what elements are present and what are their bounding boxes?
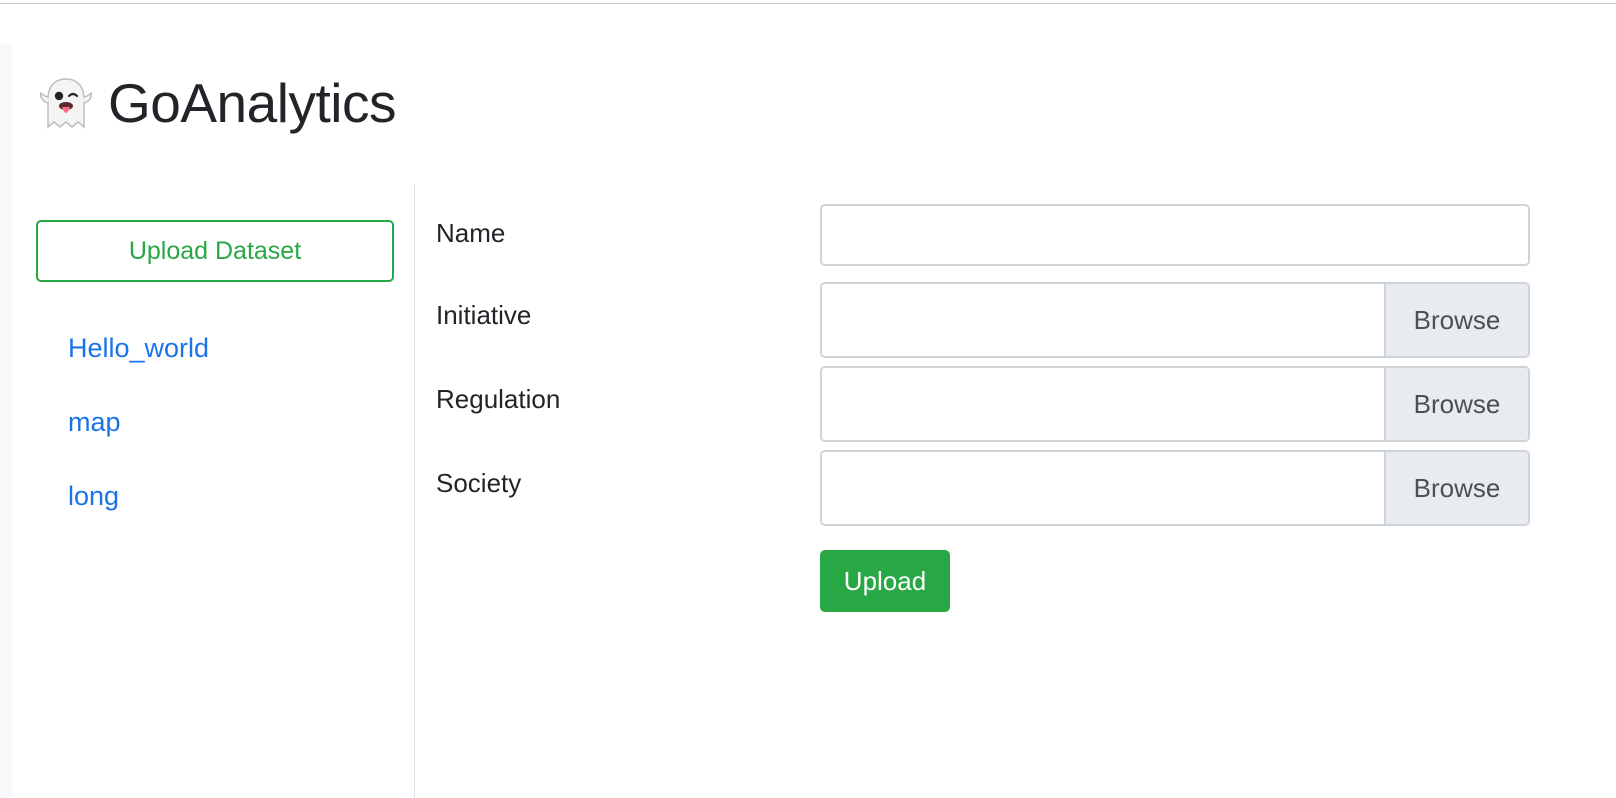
regulation-file-input[interactable]: Browse — [820, 366, 1530, 442]
dataset-link-hello-world[interactable]: Hello_world — [68, 333, 209, 364]
initiative-browse-button[interactable]: Browse — [1384, 284, 1528, 356]
society-browse-button[interactable]: Browse — [1384, 452, 1528, 524]
list-item: map — [68, 385, 209, 459]
left-gutter — [0, 44, 12, 798]
society-label: Society — [436, 468, 522, 498]
initiative-file-input[interactable]: Browse — [820, 282, 1530, 358]
upload-button[interactable]: Upload — [820, 550, 950, 612]
dataset-link-map[interactable]: map — [68, 407, 121, 438]
name-input[interactable] — [820, 204, 1530, 266]
window-top-border — [0, 0, 1616, 4]
name-row: Name — [436, 204, 1530, 266]
ghost-icon — [38, 77, 94, 129]
sidebar: Upload Dataset Hello_world map long — [12, 184, 415, 798]
regulation-browse-button[interactable]: Browse — [1384, 368, 1528, 440]
society-file-input[interactable]: Browse — [820, 450, 1530, 526]
initiative-row: Initiative Browse — [436, 282, 1530, 358]
name-label: Name — [436, 218, 506, 248]
app-title: GoAnalytics — [108, 72, 396, 134]
regulation-row: Regulation Browse — [436, 366, 1530, 442]
list-item: Hello_world — [68, 311, 209, 385]
upload-dataset-button[interactable]: Upload Dataset — [36, 220, 394, 282]
app-header: GoAnalytics — [38, 68, 396, 138]
dataset-list: Hello_world map long — [68, 311, 209, 533]
dataset-link-long[interactable]: long — [68, 481, 119, 512]
regulation-label: Regulation — [436, 384, 561, 414]
society-row: Society Browse — [436, 450, 1530, 526]
initiative-label: Initiative — [436, 300, 532, 330]
list-item: long — [68, 459, 209, 533]
